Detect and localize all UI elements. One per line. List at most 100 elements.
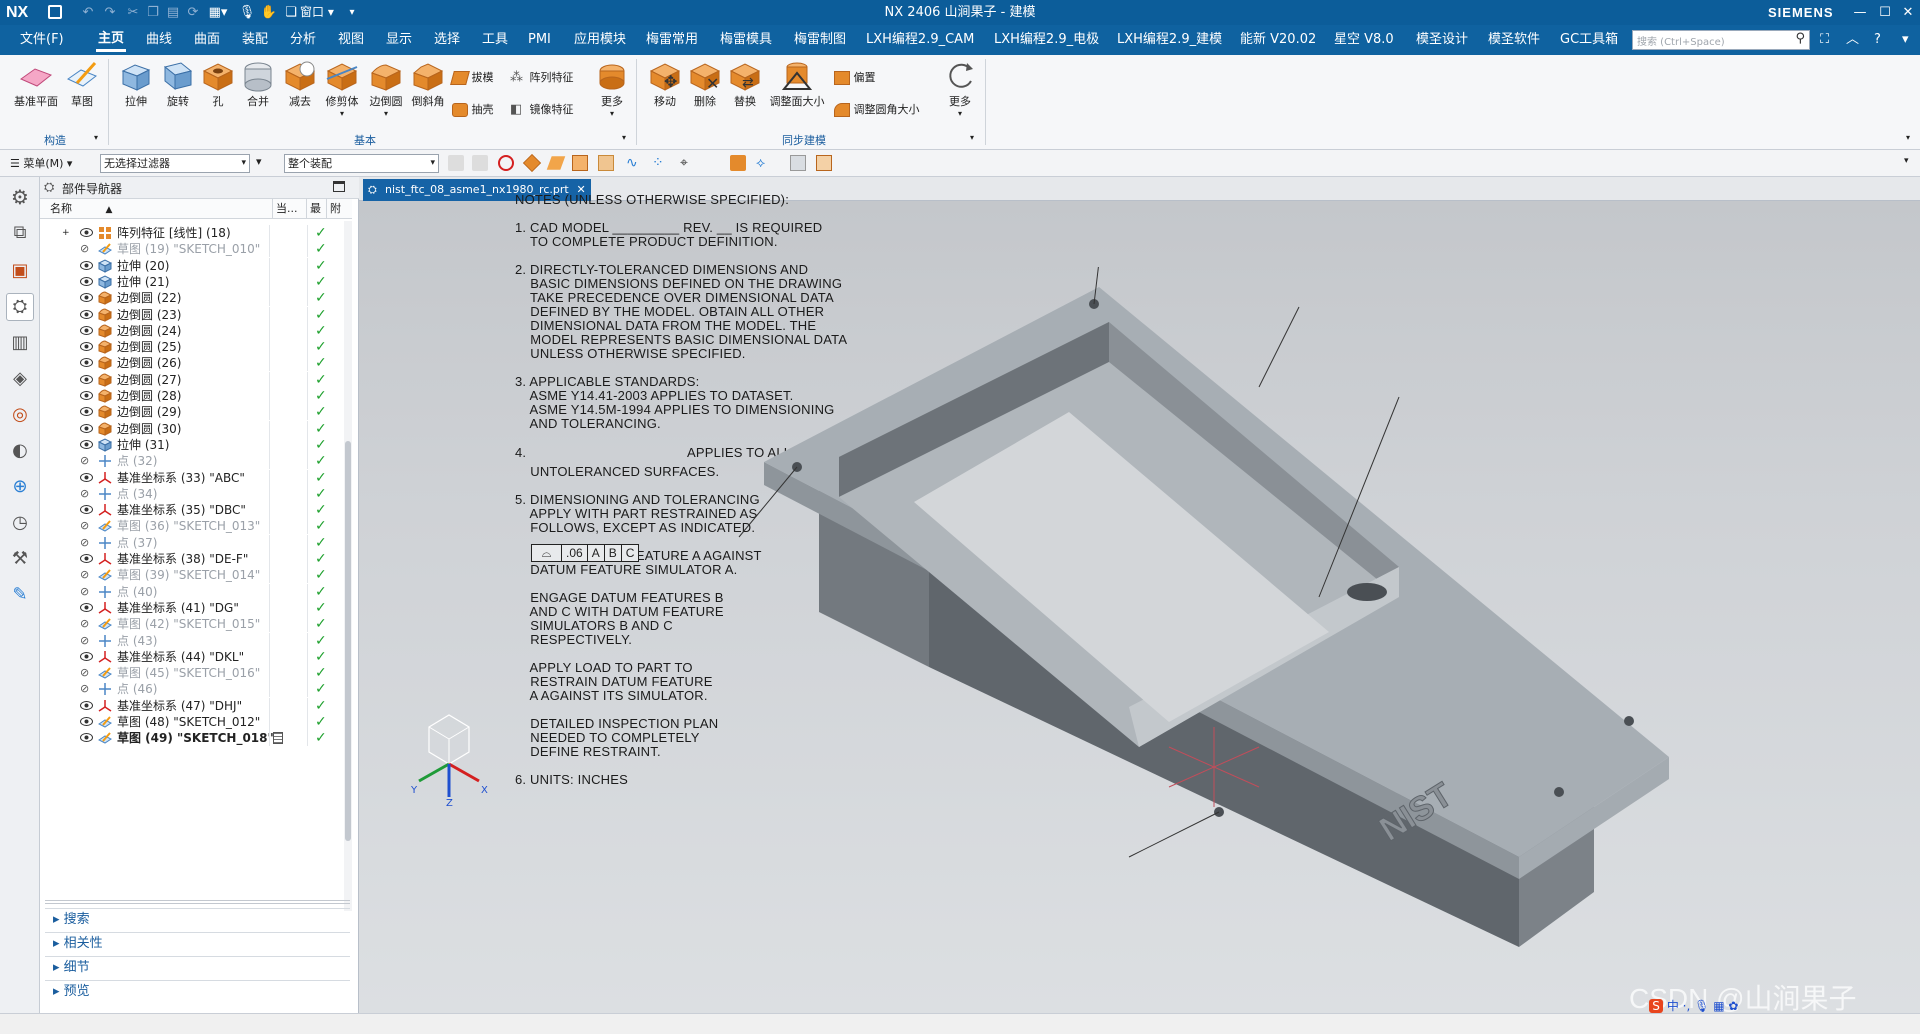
eye-icon[interactable]: [80, 325, 93, 335]
hidden-eye-icon[interactable]: ⊘: [80, 635, 94, 646]
save-icon[interactable]: [48, 5, 62, 19]
eye-icon[interactable]: [80, 228, 93, 237]
hidden-eye-icon[interactable]: ⊘: [80, 455, 94, 466]
eye-icon[interactable]: [80, 733, 93, 743]
body-select-icon[interactable]: [572, 155, 588, 171]
snap-icon[interactable]: ⌖: [680, 155, 696, 171]
sketch-button[interactable]: 草图: [62, 59, 102, 109]
menu-xingkong[interactable]: 星空 V8.0: [1334, 25, 1394, 55]
eye-icon[interactable]: [80, 505, 93, 515]
hidden-eye-icon[interactable]: ⊘: [80, 537, 94, 548]
tree-row[interactable]: ⊘ 草图 (36) "SKETCH_013" ✓: [40, 518, 346, 535]
datum-plane-button[interactable]: 基准平面: [8, 59, 64, 109]
unite-button[interactable]: 合并: [236, 59, 280, 109]
hidden-eye-icon[interactable]: ⊘: [80, 488, 94, 499]
copy-icon[interactable]: ❐: [144, 0, 162, 25]
point-select-icon[interactable]: ⁘: [652, 155, 668, 171]
menu-curve[interactable]: 曲线: [146, 25, 172, 55]
minimize-button[interactable]: —: [1848, 0, 1872, 25]
window-icon[interactable]: ❏: [284, 0, 298, 25]
column-name[interactable]: 名称 ▲: [50, 199, 112, 220]
tree-row[interactable]: 基准坐标系 (33) "ABC" ✓: [40, 469, 346, 486]
tree-row[interactable]: ⊘ 点 (46) ✓: [40, 681, 346, 698]
hidden-eye-icon[interactable]: ⊘: [80, 586, 94, 597]
eye-icon[interactable]: [80, 276, 93, 286]
tree-row[interactable]: 边倒圆 (26) ✓: [40, 355, 346, 372]
fullscreen-icon[interactable]: ⛶: [1820, 25, 1829, 55]
snap-edge-icon[interactable]: ⟡: [756, 155, 772, 171]
tree-row[interactable]: 拉伸 (20) ✓: [40, 257, 346, 274]
eye-icon[interactable]: [80, 260, 93, 270]
menu-meilei-mold[interactable]: 梅雷模具: [720, 25, 772, 55]
graphics-window[interactable]: ⛭ nist_ftc_08_asme1_nx1980_rc.prt ✕ NOTE…: [359, 177, 1920, 1014]
tree-row[interactable]: ⊘ 草图 (45) "SKETCH_016" ✓: [40, 665, 346, 682]
menu-meilei-drafting[interactable]: 梅雷制图: [794, 25, 846, 55]
offset-face-button[interactable]: 偏置: [834, 67, 904, 89]
help-icon[interactable]: ?: [1874, 25, 1881, 55]
chamfer-button[interactable]: 倒斜角: [404, 59, 452, 109]
tree-row[interactable]: 拉伸 (31) ✓: [40, 436, 346, 453]
search-icon[interactable]: ⚲: [1795, 31, 1805, 46]
cut-icon[interactable]: ✂: [124, 0, 142, 25]
edge-select-icon[interactable]: [598, 155, 614, 171]
hidden-eye-icon[interactable]: ⊘: [80, 243, 94, 254]
tree-row[interactable]: + 阵列特征 [线性] (18) ✓: [40, 225, 346, 241]
resize-face-button[interactable]: 调整面大小: [764, 59, 830, 109]
hidden-eye-icon[interactable]: ⊘: [80, 618, 94, 629]
face-select-icon[interactable]: [546, 156, 566, 170]
menu-lxh-electrode[interactable]: LXH编程2.9_电极: [994, 25, 1099, 55]
sync-group-dropdown[interactable]: ▾: [970, 133, 974, 142]
undo-icon[interactable]: ↶: [78, 0, 98, 25]
tree-row[interactable]: 基准坐标系 (47) "DHJ" ✓: [40, 697, 346, 714]
edge-blend-button[interactable]: 边倒圆 ▾: [362, 59, 410, 118]
eye-icon[interactable]: [80, 293, 93, 303]
part-navigator-icon[interactable]: ⛭: [6, 293, 34, 321]
tree-row[interactable]: 边倒圆 (27) ✓: [40, 371, 346, 388]
quick-access-dropdown[interactable]: ▾: [346, 0, 358, 25]
tree-row[interactable]: ⊘ 点 (43) ✓: [40, 632, 346, 649]
cube-icon[interactable]: [816, 155, 832, 171]
command-search-box[interactable]: 搜索 (Ctrl+Space) ⚲: [1632, 30, 1810, 50]
ime-toolbar[interactable]: S 中 ·, 🎙 ▦ ✿: [1649, 999, 1738, 1013]
view-triad[interactable]: X Y Z: [399, 707, 499, 807]
close-button[interactable]: ✕: [1898, 0, 1918, 25]
tree-row[interactable]: ⊘ 草图 (39) "SKETCH_014" ✓: [40, 567, 346, 584]
menu-assembly[interactable]: 装配: [242, 25, 268, 55]
tree-row[interactable]: ⊘ 点 (34) ✓: [40, 485, 346, 502]
menu-lxh-modeling[interactable]: LXH编程2.9_建模: [1117, 25, 1222, 55]
settings-icon[interactable]: ⚙: [6, 183, 34, 211]
trim-body-button[interactable]: 修剪体 ▾: [318, 59, 366, 118]
part-model[interactable]: NIST: [699, 267, 1919, 1007]
constraint-navigator-icon[interactable]: ▣: [6, 257, 34, 285]
tree-row[interactable]: ⊘ 点 (37) ✓: [40, 534, 346, 551]
construct-group-dropdown[interactable]: ▾: [94, 133, 98, 142]
tree-row[interactable]: ⊘ 草图 (19) "SKETCH_010" ✓: [40, 241, 346, 258]
menu-mosheng-software[interactable]: 模圣软件: [1488, 25, 1540, 55]
tree-row[interactable]: ⊘ 草图 (42) "SKETCH_015" ✓: [40, 616, 346, 633]
maximize-button[interactable]: ☐: [1874, 0, 1896, 25]
hidden-eye-icon[interactable]: ⊘: [80, 569, 94, 580]
menu-view[interactable]: 视图: [338, 25, 364, 55]
basic-more-button[interactable]: 更多 ▾: [592, 59, 632, 118]
ribbon-overflow-dropdown[interactable]: ▾: [1906, 133, 1910, 142]
menu-mosheng-design[interactable]: 模圣设计: [1416, 25, 1468, 55]
hd3d-tools-icon[interactable]: ◈: [6, 365, 34, 393]
column-attached[interactable]: 附: [326, 199, 341, 219]
scrollbar-thumb[interactable]: [345, 441, 351, 841]
eye-icon[interactable]: [80, 423, 93, 433]
revolve-button[interactable]: 旋转: [156, 59, 200, 109]
clock-icon[interactable]: ◷: [6, 509, 34, 537]
web-browser-icon[interactable]: ◎: [6, 401, 34, 429]
history-icon[interactable]: ◐: [6, 437, 34, 465]
menu-tools[interactable]: 工具: [482, 25, 508, 55]
tree-row[interactable]: ⊘ 点 (40) ✓: [40, 583, 346, 600]
sync-more-button[interactable]: 更多 ▾: [940, 59, 980, 118]
eye-icon[interactable]: [80, 342, 93, 352]
assembly-navigator-icon[interactable]: ⧉: [6, 219, 34, 247]
eye-icon[interactable]: [80, 554, 93, 563]
column-latest[interactable]: 最: [306, 199, 321, 219]
eye-icon[interactable]: [80, 472, 93, 482]
eye-icon[interactable]: [80, 602, 93, 612]
command-finder-icon[interactable]: ▦▾: [206, 0, 230, 25]
snap-point-icon[interactable]: [730, 155, 746, 171]
